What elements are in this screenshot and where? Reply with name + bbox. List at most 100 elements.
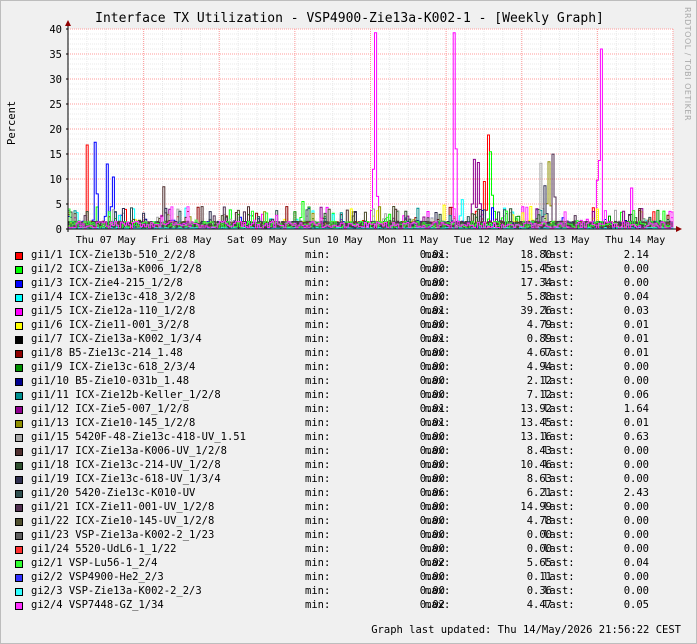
legend-max-label: max: <box>425 501 451 513</box>
legend-swatch <box>15 378 23 386</box>
legend-last-value: 0.00 <box>623 585 649 597</box>
legend-max-label: max: <box>425 249 451 261</box>
legend-series-name: gi1/22 ICX-Zie10-145-UV_1/2/8 <box>31 515 215 527</box>
legend-series-name: gi1/7 ICX-Zie13a-K002_1/3/4 <box>31 333 202 345</box>
legend-last-value: 0.01 <box>623 319 649 331</box>
legend-min-label: min: <box>305 305 331 317</box>
legend-min-label: min: <box>305 361 331 373</box>
legend-max-label: max: <box>425 599 451 611</box>
y-tick-label: 20 <box>49 124 62 136</box>
legend-min-label: min: <box>305 277 331 289</box>
legend: gi1/1 ICX-Zie13b-510_2/2/8 min: 0.01 max: 18… <box>15 249 685 613</box>
legend-min-label: min: <box>305 431 331 443</box>
legend-series-name: gi1/6 ICX-Zie11-001_3/2/8 <box>31 319 190 331</box>
legend-max-label: max: <box>425 459 451 471</box>
y-tick-label: 10 <box>49 174 62 186</box>
legend-max-value: 5.88 <box>526 291 552 303</box>
legend-min-label: min: <box>305 529 331 541</box>
rrd-graph: Interface TX Utilization - VSP4900-Zie13… <box>0 0 697 644</box>
legend-last-value: 0.00 <box>623 501 649 513</box>
legend-last-value: 0.00 <box>623 445 649 457</box>
legend-series-name: gi1/8 B5-Zie13c-214_1.48 <box>31 347 183 359</box>
legend-last-value: 0.00 <box>623 529 649 541</box>
x-axis-arrow <box>676 226 682 232</box>
legend-min-label: min: <box>305 347 331 359</box>
legend-max-label: max: <box>425 543 451 555</box>
legend-swatch <box>15 448 23 456</box>
x-tick-label: Sat 09 May <box>227 235 287 246</box>
legend-row: gi1/3 ICX-Zie4-215_1/2/8 min: 0.00 max: 17.3… <box>15 277 685 291</box>
legend-swatch <box>15 294 23 302</box>
legend-series-name: gi1/1 ICX-Zie13b-510_2/2/8 <box>31 249 196 261</box>
x-tick-label: Thu 07 May <box>76 235 136 246</box>
legend-swatch <box>15 462 23 470</box>
legend-last-value: 0.01 <box>623 417 649 429</box>
legend-max-label: max: <box>425 445 451 457</box>
legend-last-value: 0.05 <box>623 599 649 611</box>
legend-max-label: max: <box>425 473 451 485</box>
legend-row: gi1/17 ICX-Zie13a-K006-UV_1/2/8 min: 0.00 m… <box>15 445 685 459</box>
legend-swatch <box>15 266 23 274</box>
legend-last-value: 0.03 <box>623 305 649 317</box>
legend-max-label: max: <box>425 375 451 387</box>
legend-swatch <box>15 574 23 582</box>
legend-swatch <box>15 434 23 442</box>
legend-max-value: 0.11 <box>526 571 552 583</box>
legend-row: gi1/24 5520-UdL6-1_1/22 min: 0.00 max: 0.00 l… <box>15 543 685 557</box>
legend-max-value: 0.00 <box>526 529 552 541</box>
legend-series-name: gi1/24 5520-UdL6-1_1/22 <box>31 543 177 555</box>
legend-series-name: gi1/20 5420-Zie13c-K010-UV <box>31 487 196 499</box>
legend-last-value: 0.00 <box>623 515 649 527</box>
legend-last-value: 0.00 <box>623 473 649 485</box>
legend-min-label: min: <box>305 571 331 583</box>
y-tick-label: 0 <box>56 224 62 236</box>
legend-max-label: max: <box>425 417 451 429</box>
last-updated-label: Graph last updated: Thu 14/May/2026 21:5… <box>371 624 681 636</box>
legend-min-label: min: <box>305 445 331 457</box>
legend-last-value: 0.00 <box>623 375 649 387</box>
legend-swatch <box>15 392 23 400</box>
legend-max-label: max: <box>425 389 451 401</box>
legend-max-value: 15.45 <box>520 263 552 275</box>
legend-swatch <box>15 490 23 498</box>
x-tick-label: Wed 13 May <box>529 235 589 246</box>
legend-row: gi1/15 5420F-48-Zie13c-418-UV_1.51 min: 0.… <box>15 431 685 445</box>
legend-row: gi1/19 ICX-Zie13c-618-UV_1/3/4 min: 0.00 ma… <box>15 473 685 487</box>
legend-max-label: max: <box>425 305 451 317</box>
legend-max-label: max: <box>425 487 451 499</box>
x-tick-label: Thu 14 May <box>605 235 665 246</box>
legend-row: gi1/18 ICX-Zie13c-214-UV_1/2/8 min: 0.00 ma… <box>15 459 685 473</box>
legend-min-label: min: <box>305 375 331 387</box>
legend-series-name: gi1/3 ICX-Zie4-215_1/2/8 <box>31 277 183 289</box>
legend-swatch <box>15 602 23 610</box>
legend-row: gi1/4 ICX-Zie13c-418_3/2/8 min: 0.00 max: 5.… <box>15 291 685 305</box>
legend-row: gi2/1 VSP-Lu56-1_2/4 min: 0.02 max: 5.65 last… <box>15 557 685 571</box>
legend-min-label: min: <box>305 585 331 597</box>
y-tick-label: 35 <box>49 49 62 61</box>
legend-max-label: max: <box>425 529 451 541</box>
legend-max-label: max: <box>425 557 451 569</box>
legend-series-name: gi2/1 VSP-Lu56-1_2/4 <box>31 557 158 569</box>
legend-max-value: 17.34 <box>520 277 552 289</box>
legend-last-value: 0.00 <box>623 571 649 583</box>
legend-last-value: 0.00 <box>623 263 649 275</box>
legend-series-name: gi1/4 ICX-Zie13c-418_3/2/8 <box>31 291 196 303</box>
legend-max-value: 13.16 <box>520 431 552 443</box>
legend-series-name: gi2/4 VSP7448-GZ_1/34 <box>31 599 164 611</box>
y-tick-label: 5 <box>56 199 62 211</box>
x-tick-label: Tue 12 May <box>454 235 514 246</box>
legend-series-name: gi2/3 VSP-Zie13a-K002-2_2/3 <box>31 585 202 597</box>
legend-max-value: 10.46 <box>520 459 552 471</box>
legend-max-label: max: <box>425 585 451 597</box>
legend-series-name: gi1/19 ICX-Zie13c-618-UV_1/3/4 <box>31 473 221 485</box>
legend-min-label: min: <box>305 249 331 261</box>
legend-max-value: 0.89 <box>526 333 552 345</box>
legend-swatch <box>15 364 23 372</box>
legend-series-name: gi1/5 ICX-Zie12a-110_1/2/8 <box>31 305 196 317</box>
legend-min-label: min: <box>305 487 331 499</box>
legend-series-name: gi1/23 VSP-Zie13a-K002-2_1/23 <box>31 529 215 541</box>
legend-max-label: max: <box>425 277 451 289</box>
legend-row: gi1/10 B5-Zie10-031b_1.48 min: 0.00 max: 2.1… <box>15 375 685 389</box>
legend-row: gi1/23 VSP-Zie13a-K002-2_1/23 min: 0.00 max… <box>15 529 685 543</box>
legend-series-name: gi2/2 VSP4900-He2_2/3 <box>31 571 164 583</box>
